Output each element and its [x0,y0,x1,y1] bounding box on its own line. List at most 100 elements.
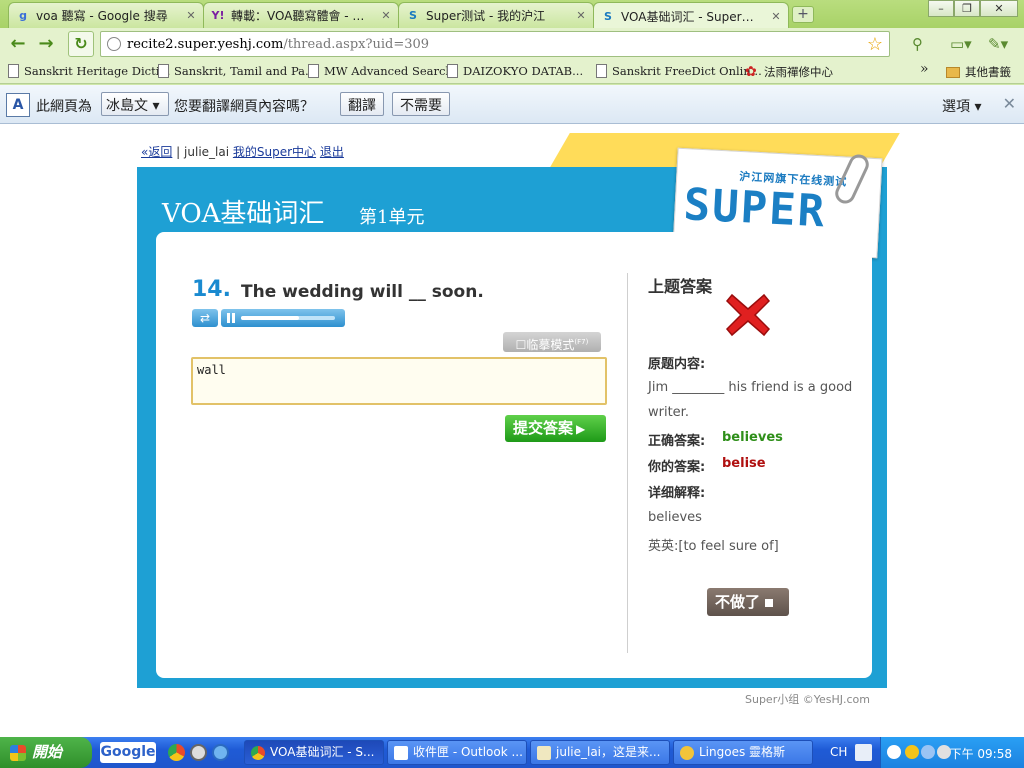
bookmark-mw-search[interactable]: MW Advanced Search [308,64,453,78]
search-icon[interactable]: ⚲ [912,34,923,54]
browser-toolbar: ← → ↻ recite2.super.yeshj.com/thread.asp… [0,28,1024,60]
bookmark-dharma-center[interactable]: ✿ 法雨禪修中心 [745,64,833,80]
answer-input[interactable] [191,357,607,405]
tray-app-icon[interactable] [905,745,919,759]
wrong-x-icon [725,293,771,337]
pause-icon[interactable] [227,313,235,323]
bookmark-daizokyo[interactable]: DAIZOKYO DATAB... [447,64,583,78]
task-message[interactable]: julie_lai，这是来... [530,740,670,765]
quit-button[interactable]: 不做了 [707,588,789,616]
browser-chrome: g voa 聽寫 - Google 搜尋 ✕ Y! 轉載：VOA聽寫體會 - 藍… [0,0,1024,124]
task-label: julie_lai，这是来... [556,745,661,759]
logo-word: SUPER [682,179,828,238]
tab-voa-repost[interactable]: Y! 轉載：VOA聽寫體會 - 藍... ✕ [203,2,399,28]
audio-player[interactable] [221,309,345,327]
google-icon: g [19,9,27,22]
task-outlook[interactable]: 收件匣 - Outlook ... [387,740,527,765]
mail-icon [537,745,551,760]
task-voa-vocab[interactable]: VOA基础词汇 - S... [244,740,384,765]
bookmark-label: Sanskrit Heritage Dicti... [24,64,171,78]
reload-button[interactable]: ↻ [68,31,94,57]
audio-progress-track[interactable] [241,316,335,320]
previous-answer-title: 上题答案 [648,277,713,296]
media-player-icon[interactable] [190,744,207,761]
audio-progress-fill [241,316,300,320]
keyboard-icon[interactable] [855,744,872,761]
close-icon[interactable]: ✕ [575,9,587,22]
windows-logo-icon [10,744,26,761]
footer: Super小组 ©YesHJ.com [745,693,870,706]
task-label: VOA基础词汇 - S... [270,745,375,759]
copy-mode-key: (F7) [574,338,589,346]
your-answer-label: 你的答案: [648,460,706,475]
maximize-button[interactable]: ❐ [954,0,980,17]
top-nav: «返回 | julie_lai 我的Super中心 退出 [141,143,344,160]
yahoo-icon: Y! [211,9,225,22]
task-lingoes[interactable]: Lingoes 靈格斯 [673,740,813,765]
logout-link[interactable]: 退出 [320,145,344,159]
internet-explorer-icon[interactable] [212,744,229,761]
panel-divider [627,273,628,653]
back-button[interactable]: ← [6,32,30,56]
page-icon [596,64,607,78]
bookmark-sanskrit-freedict[interactable]: Sanskrit FreeDict Onlin... [596,64,762,78]
url-path: /thread.aspx?uid=309 [283,36,430,52]
other-bookmarks-label: 其他書籤 [965,65,1011,79]
original-label: 原题内容: [648,357,706,372]
explanation-definition: 英英:[to feel sure of] [648,539,779,554]
switch-icon[interactable]: ⇄ [192,309,218,327]
no-translate-button[interactable]: 不需要 [392,92,450,116]
original-text: Jim ________ his friend is a good writer… [648,380,853,420]
close-icon[interactable]: ✕ [185,9,197,22]
tab-strip: g voa 聽寫 - Google 搜尋 ✕ Y! 轉載：VOA聽寫體會 - 藍… [0,0,1024,29]
bookmark-star-icon[interactable]: ☆ [867,34,883,55]
page-content: «返回 | julie_lai 我的Super中心 退出 VOA基础词汇 第1单… [0,125,1024,737]
new-tab-button[interactable]: + [792,6,814,23]
stop-icon [765,598,774,607]
window-close-button[interactable]: ✕ [980,0,1018,17]
tab-google-search[interactable]: g voa 聽寫 - Google 搜尋 ✕ [8,2,204,28]
bookmark-label: DAIZOKYO DATAB... [463,64,584,78]
tab-label: Super测试 - 我的沪江 [426,9,546,23]
correct-label: 正确答案: [648,434,706,449]
google-quicklaunch[interactable]: Google [100,742,156,763]
wrench-icon[interactable]: ✎▾ [988,34,1008,54]
bookmark-sanskrit-tamil[interactable]: Sanskrit, Tamil and Pa... [158,64,316,78]
bookmarks-overflow[interactable]: » [920,61,929,77]
page-menu-icon[interactable]: ▭▾ [950,34,972,54]
bookmark-sanskrit-heritage[interactable]: Sanskrit Heritage Dicti... [8,64,170,78]
translate-button[interactable]: 翻譯 [340,92,384,116]
explanation-word: believes [648,510,702,525]
tab-voa-vocab[interactable]: S VOA基础词汇 - Super在线... ✕ [593,2,789,29]
page-icon [447,64,458,78]
super-icon: S [409,9,417,22]
close-icon[interactable]: ✕ [380,9,392,22]
language-select[interactable]: 冰島文 ▾ [101,92,169,116]
page-title: VOA基础词汇 [162,199,325,229]
bookmark-label: Sanskrit FreeDict Onlin... [612,64,762,78]
other-bookmarks[interactable]: 其他書籤 [946,64,1011,80]
start-button[interactable]: 開始 [0,737,92,768]
my-center-link[interactable]: 我的Super中心 [233,145,316,159]
translate-options[interactable]: 選項 ▾ [942,96,981,116]
translate-question: 您要翻譯網頁內容嗎？ [174,99,314,115]
tab-super-test[interactable]: S Super测试 - 我的沪江 ✕ [398,2,594,28]
clock: 下午 09:58 [949,747,1012,761]
tab-label: 轉載：VOA聽寫體會 - 藍... [231,9,375,23]
copy-mode-button[interactable]: ☐临摹模式(F7) [503,332,601,352]
bookmarks-bar: Sanskrit Heritage Dicti... Sanskrit, Tam… [0,60,1024,84]
forward-button[interactable]: → [34,32,58,56]
minimize-button[interactable]: – [928,0,954,17]
chevron-left-icon[interactable] [887,745,901,759]
dharma-wheel-icon: ✿ [745,64,757,80]
submit-answer-button[interactable]: 提交答案 ▶ [505,415,606,442]
back-link[interactable]: «返回 [141,145,172,159]
close-icon[interactable]: ✕ [770,10,782,23]
address-bar[interactable]: recite2.super.yeshj.com/thread.aspx?uid=… [100,31,890,57]
super-icon: S [604,9,612,23]
network-icon[interactable] [921,745,935,759]
chrome-icon[interactable] [168,744,185,761]
close-icon[interactable]: ✕ [1003,94,1016,113]
ime-indicator[interactable]: CH [830,745,847,759]
submit-label: 提交答案 [513,419,574,437]
